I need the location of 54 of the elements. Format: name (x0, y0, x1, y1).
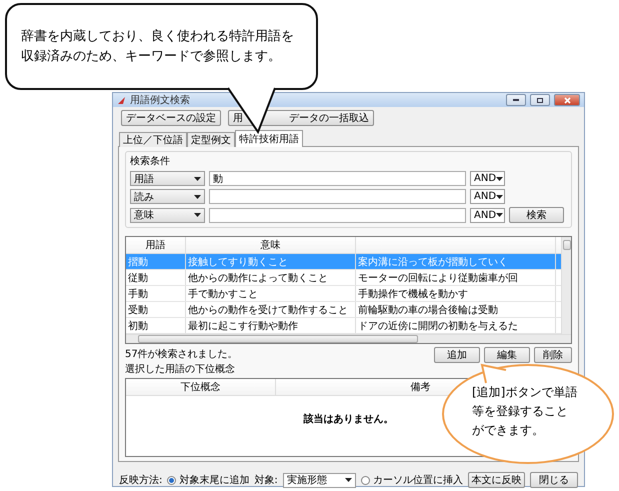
column-header[interactable]: 意味 (186, 237, 356, 253)
caret-icon (194, 194, 201, 198)
close-icon (564, 96, 570, 104)
caret-icon (496, 176, 504, 180)
footer-button[interactable]: 本文に反映 (468, 472, 525, 488)
tab[interactable]: 定型例文 (187, 132, 235, 147)
vertical-scrollbar[interactable] (561, 237, 571, 334)
horizontal-scrollbar[interactable] (126, 334, 571, 343)
empty-message: 該当はありません。 (304, 412, 394, 426)
caret-icon (496, 213, 504, 217)
column-header[interactable]: 下位概念 (126, 379, 276, 395)
field-dropdown[interactable]: 意味 (130, 208, 205, 222)
close-button[interactable] (554, 94, 580, 106)
target-dropdown[interactable]: 実施形態 (282, 472, 356, 488)
apply-method-label: 反映方法: (119, 474, 162, 487)
caret-icon (496, 194, 504, 198)
minimize-button[interactable] (506, 94, 526, 106)
search-field[interactable] (209, 189, 466, 204)
radio-option[interactable]: 対象末尾に追加 (167, 473, 250, 487)
maximize-icon (537, 98, 543, 102)
footer-button[interactable]: 閉じる (530, 472, 578, 488)
section-label: 選択した用語の下位概念 (125, 362, 236, 376)
operator-dropdown[interactable]: AND (470, 208, 505, 222)
minimize-icon (513, 99, 519, 101)
result-row[interactable]: 初動 最初に起こす行動や動作 ドアの近傍に開閉の初動を与えるた (126, 318, 561, 334)
callout-tail (480, 364, 506, 384)
result-row[interactable]: 手動 手で動かすこと 手動操作で機械を動かす (126, 286, 561, 302)
caret-icon (194, 213, 201, 217)
action-button[interactable]: 削除 (534, 347, 572, 363)
app-icon (117, 96, 126, 104)
callout-tail (227, 87, 276, 134)
result-row[interactable]: 従動 他からの動作によって動くこと モーターの回転により従動歯車が回 (126, 270, 561, 286)
target-label: 対象: (254, 474, 278, 487)
field-dropdown[interactable]: 読み (130, 189, 205, 204)
toolbar-button[interactable]: データベースの設定 (121, 110, 221, 126)
field-dropdown[interactable]: 用語 (130, 171, 205, 186)
group-title: 検索条件 (130, 154, 171, 168)
window-title: 用語例文検索 (130, 94, 191, 107)
action-button[interactable]: 編集 (484, 347, 530, 363)
caret-icon (345, 478, 352, 482)
operator-dropdown[interactable]: AND (470, 171, 505, 186)
search-button[interactable]: 検索 (509, 207, 564, 223)
search-field[interactable] (209, 208, 466, 222)
tab[interactable]: 上位／下位語 (119, 132, 187, 147)
operator-dropdown[interactable]: AND (470, 189, 505, 204)
maximize-button[interactable] (530, 94, 550, 106)
column-header[interactable]: 用語 (126, 237, 186, 253)
result-row[interactable]: 受動 他からの動作を受けて動作すること 前輪駆動の車の場合後輪は受動 (126, 302, 561, 318)
caret-icon (194, 176, 201, 180)
search-field[interactable]: 動 (209, 171, 466, 186)
action-button[interactable]: 追加 (434, 347, 480, 363)
result-count: 57件が検索されました。 (125, 348, 238, 361)
radio-option[interactable]: カーソル位置に挿入 (361, 473, 464, 487)
tab[interactable]: 特許技術用語 (235, 130, 303, 147)
